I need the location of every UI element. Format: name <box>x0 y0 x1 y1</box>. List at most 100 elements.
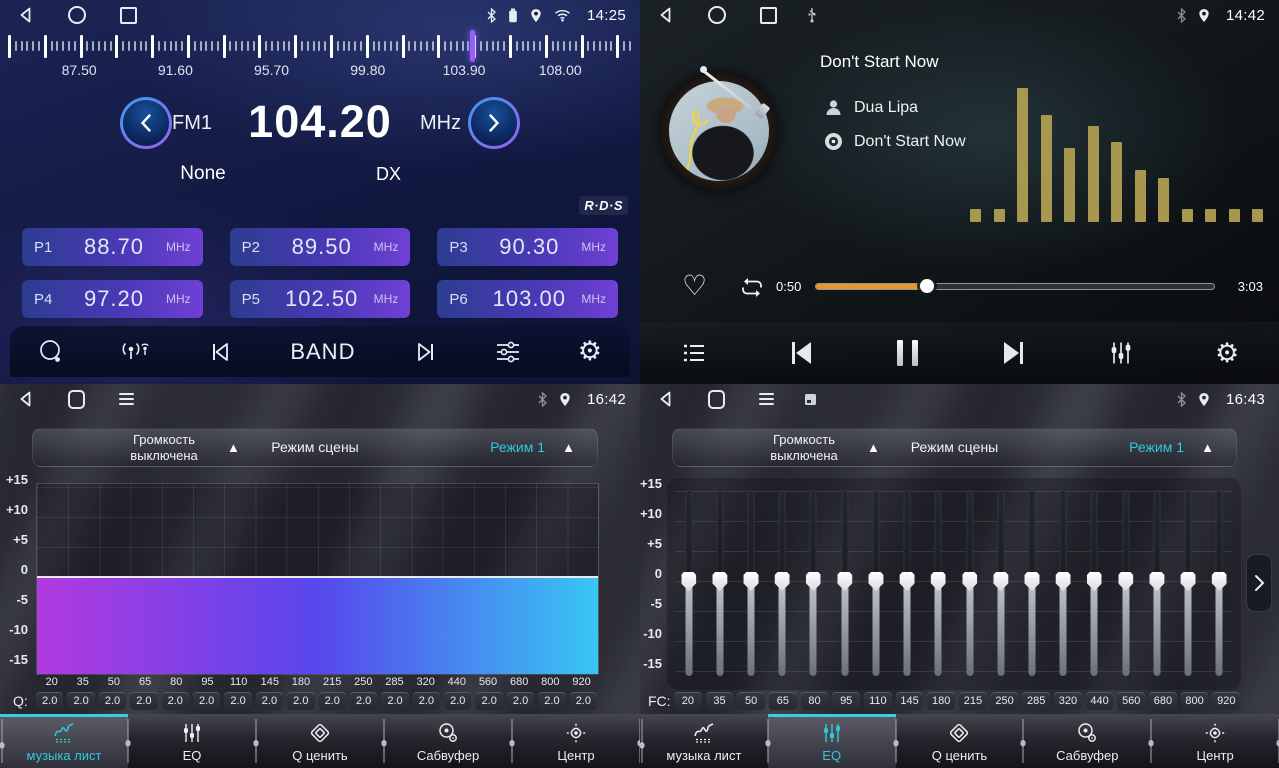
tab-subwoofer[interactable]: Сабвуфер <box>384 714 512 768</box>
q-value-button[interactable]: 2.0 <box>193 692 220 710</box>
eq-band-slider[interactable] <box>1110 478 1141 690</box>
q-value-button[interactable]: 2.0 <box>350 692 377 710</box>
nav-menu-button[interactable] <box>115 389 138 409</box>
preset-p1-button[interactable]: P188.70MHz <box>22 228 203 266</box>
eq-band-slider[interactable] <box>673 478 704 690</box>
nav-home-button[interactable] <box>64 2 90 28</box>
fc-frequency-button[interactable]: 95 <box>832 692 860 710</box>
fc-frequency-button[interactable]: 145 <box>896 692 924 710</box>
q-value-button[interactable]: 2.0 <box>507 692 534 710</box>
fc-frequency-button[interactable]: 20 <box>674 692 702 710</box>
q-value-button[interactable]: 2.0 <box>570 692 597 710</box>
fc-frequency-button[interactable]: 215 <box>959 692 987 710</box>
slider-thumb[interactable] <box>1025 572 1040 591</box>
q-value-button[interactable]: 2.0 <box>475 692 502 710</box>
preset-p6-button[interactable]: P6103.00MHz <box>437 280 618 318</box>
eq-band-slider[interactable] <box>1204 478 1235 690</box>
repeat-button[interactable] <box>732 275 772 303</box>
eq-band-slider[interactable] <box>923 478 954 690</box>
eq-band-slider[interactable] <box>1173 478 1204 690</box>
nav-menu-button[interactable] <box>755 389 778 409</box>
equalizer-button[interactable] <box>490 335 526 369</box>
fc-frequency-button[interactable]: 800 <box>1181 692 1209 710</box>
q-value-button[interactable]: 2.0 <box>162 692 189 710</box>
next-bands-button[interactable] <box>1246 554 1272 612</box>
eq-band-slider[interactable] <box>985 478 1016 690</box>
nav-back-button[interactable] <box>654 387 678 411</box>
fc-frequency-button[interactable]: 320 <box>1054 692 1082 710</box>
tab-q-value[interactable]: Q ценить <box>256 714 384 768</box>
previous-station-button[interactable] <box>204 335 238 369</box>
slider-thumb[interactable] <box>806 572 821 591</box>
fc-frequency-button[interactable]: 65 <box>769 692 797 710</box>
slider-thumb[interactable] <box>837 572 852 591</box>
preset-p5-button[interactable]: P5102.50MHz <box>230 280 411 318</box>
tune-down-button[interactable] <box>120 97 172 149</box>
q-value-button[interactable]: 2.0 <box>130 692 157 710</box>
broadcast-button[interactable] <box>116 335 156 369</box>
q-value-button[interactable]: 2.0 <box>444 692 471 710</box>
slider-thumb[interactable] <box>712 572 727 591</box>
scene-expand-button[interactable]: ▲ <box>556 439 581 456</box>
q-value-button[interactable]: 2.0 <box>67 692 94 710</box>
preset-p3-button[interactable]: P390.30MHz <box>437 228 618 266</box>
tuner-pointer[interactable] <box>470 30 475 62</box>
eq-band-slider[interactable] <box>829 478 860 690</box>
tab-music-list[interactable]: музыка лист <box>640 714 768 768</box>
eq-band-slider[interactable] <box>1048 478 1079 690</box>
slider-thumb[interactable] <box>931 572 946 591</box>
nav-back-button[interactable] <box>654 3 678 27</box>
tab-eq[interactable]: EQ <box>768 714 896 768</box>
tab-center[interactable]: Центр <box>1151 714 1279 768</box>
slider-thumb[interactable] <box>775 572 790 591</box>
nav-home-button[interactable] <box>704 2 730 28</box>
scan-button[interactable] <box>34 335 68 369</box>
fc-frequency-button[interactable]: 80 <box>801 692 829 710</box>
eq-band-slider[interactable] <box>1079 478 1110 690</box>
q-value-button[interactable]: 2.0 <box>287 692 314 710</box>
slider-thumb[interactable] <box>1087 572 1102 591</box>
q-value-button[interactable]: 2.0 <box>319 692 346 710</box>
eq-band-slider[interactable] <box>1141 478 1172 690</box>
tab-q-value[interactable]: Q ценить <box>896 714 1024 768</box>
tab-subwoofer[interactable]: Сабвуфер <box>1023 714 1151 768</box>
fc-frequency-button[interactable]: 680 <box>1149 692 1177 710</box>
tab-music-list[interactable]: музыка лист <box>0 714 128 768</box>
pause-button[interactable] <box>893 336 922 370</box>
nav-recents-button[interactable] <box>756 3 781 28</box>
slider-thumb[interactable] <box>993 572 1008 591</box>
fc-frequency-button[interactable]: 50 <box>737 692 765 710</box>
fc-frequency-button[interactable]: 35 <box>706 692 734 710</box>
nav-recents-button[interactable] <box>116 3 141 28</box>
fc-frequency-button[interactable]: 440 <box>1086 692 1114 710</box>
band-button[interactable]: BAND <box>286 335 359 369</box>
q-value-button[interactable]: 2.0 <box>224 692 251 710</box>
preset-p2-button[interactable]: P289.50MHz <box>230 228 411 266</box>
next-track-button[interactable] <box>994 335 1032 371</box>
nav-home-button[interactable] <box>64 386 89 413</box>
eq-band-slider[interactable] <box>798 478 829 690</box>
fc-frequency-button[interactable]: 180 <box>927 692 955 710</box>
scene-expand-button[interactable]: ▲ <box>1195 439 1220 456</box>
fc-frequency-button[interactable]: 285 <box>1022 692 1050 710</box>
tune-up-button[interactable] <box>468 97 520 149</box>
eq-curve-plot[interactable] <box>36 483 599 675</box>
progress-bar[interactable] <box>816 284 1214 289</box>
nav-home-button[interactable] <box>704 386 729 413</box>
eq-band-slider[interactable] <box>735 478 766 690</box>
slider-thumb[interactable] <box>744 572 759 591</box>
settings-button[interactable]: ⚙ <box>574 334 606 369</box>
preset-p4-button[interactable]: P497.20MHz <box>22 280 203 318</box>
eq-band-slider[interactable] <box>767 478 798 690</box>
settings-button[interactable]: ⚙ <box>1211 336 1243 371</box>
equalizer-button[interactable] <box>1103 335 1139 371</box>
slider-thumb[interactable] <box>900 572 915 591</box>
q-value-button[interactable]: 2.0 <box>99 692 126 710</box>
nav-back-button[interactable] <box>14 387 38 411</box>
tab-eq[interactable]: EQ <box>128 714 256 768</box>
eq-band-slider[interactable] <box>1016 478 1047 690</box>
slider-thumb[interactable] <box>1181 572 1196 591</box>
q-value-button[interactable]: 2.0 <box>256 692 283 710</box>
fc-frequency-button[interactable]: 560 <box>1117 692 1145 710</box>
tuner-scale[interactable]: 87.5091.6095.7099.80103.90108.00 <box>8 33 632 81</box>
